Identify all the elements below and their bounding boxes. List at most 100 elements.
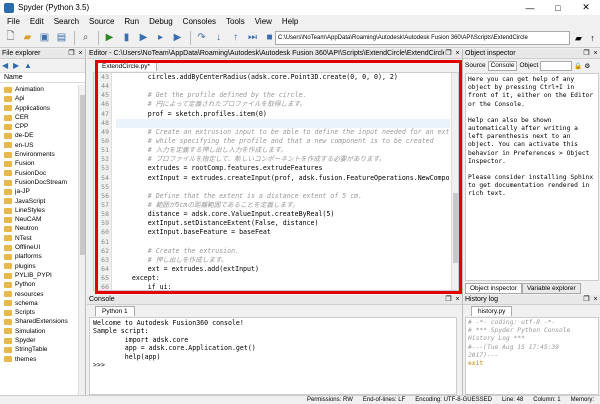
tab-python-1[interactable]: Python 1 <box>95 306 135 316</box>
scrollbar-thumb[interactable] <box>453 193 458 263</box>
parent-directory-icon[interactable]: ↑ <box>586 31 599 45</box>
code-line[interactable]: prof = sketch.profiles.item(0) <box>116 110 450 119</box>
pane-close-icon[interactable]: × <box>591 49 600 58</box>
open-folder-icon[interactable]: ▰ <box>20 30 35 45</box>
scrollbar-thumb[interactable] <box>80 95 85 255</box>
list-item[interactable]: Animation <box>0 85 78 94</box>
code-line[interactable]: extInput = extrudes.createInput(prof, ad… <box>116 174 450 183</box>
code-line[interactable]: extInput.setDistanceExtent(False, distan… <box>116 219 450 228</box>
debug-icon[interactable]: ▶ <box>170 30 185 45</box>
list-item[interactable]: platforms <box>0 252 78 261</box>
list-item[interactable]: SharedExtensions <box>0 317 78 326</box>
list-item[interactable]: JavaScript <box>0 197 78 206</box>
object-input[interactable] <box>540 60 573 71</box>
list-item[interactable]: plugins <box>0 262 78 271</box>
list-item[interactable]: StringTable <box>0 345 78 354</box>
menu-search[interactable]: Search <box>49 17 84 26</box>
code-line[interactable] <box>116 82 450 91</box>
minimize-button[interactable]: — <box>516 0 544 15</box>
code-text-area[interactable]: circles.addByCenterRadius(adsk.core.Poin… <box>116 73 450 290</box>
code-line[interactable]: # 入力を定義する押し出し入力を作成します。 <box>116 146 450 155</box>
list-item[interactable]: PYLIB_PYPI <box>0 271 78 280</box>
code-line[interactable]: # 押し出しを作成します。 <box>116 256 450 265</box>
menu-source[interactable]: Source <box>84 17 119 26</box>
list-item[interactable]: Fusion <box>0 159 78 168</box>
console-output[interactable]: Welcome to Autodesk Fusion360 console! Sa… <box>89 317 457 395</box>
list-item[interactable]: resources <box>0 290 78 299</box>
list-item[interactable]: themes <box>0 355 78 364</box>
pane-close-icon[interactable]: × <box>76 49 85 58</box>
list-item[interactable]: NTest <box>0 234 78 243</box>
run-cell-advance-icon[interactable]: ▶ <box>136 30 151 45</box>
list-item[interactable]: en-US <box>0 141 78 150</box>
list-item[interactable]: LineStyles <box>0 206 78 215</box>
list-item[interactable]: NeuCAM <box>0 215 78 224</box>
code-editor[interactable]: 43 44 45 46 47 48 49 50 51 52 53 54 55 56 57 58 59 60 61 62… <box>93 72 459 291</box>
menu-file[interactable]: File <box>2 17 25 26</box>
run-cell-icon[interactable]: ▮ <box>119 30 134 45</box>
code-line[interactable]: # while specifying the profile and that … <box>116 137 450 146</box>
save-all-icon[interactable]: ▤ <box>54 30 69 45</box>
code-line[interactable]: # Create the extrusion. <box>116 247 450 256</box>
code-line[interactable]: extInput.baseFeature = baseFeat <box>116 228 450 237</box>
maximize-button[interactable]: □ <box>544 0 572 15</box>
step-icon[interactable]: ↷ <box>194 30 209 45</box>
find-icon[interactable]: ⌕ <box>78 30 93 45</box>
run-selection-icon[interactable]: ▸ <box>153 30 168 45</box>
step-return-icon[interactable]: ↑ <box>228 30 243 45</box>
list-item[interactable]: Simulation <box>0 327 78 336</box>
code-line[interactable]: extrudes = rootComp.features.extrudeFeat… <box>116 164 450 173</box>
menu-tools[interactable]: Tools <box>221 17 250 26</box>
code-line[interactable]: ext = extrudes.add(extInput) <box>116 265 450 274</box>
code-line[interactable]: # Create an extrusion input to be able t… <box>116 128 450 137</box>
list-item[interactable]: Api <box>0 94 78 103</box>
list-item[interactable]: Applications <box>0 104 78 113</box>
working-directory-input[interactable]: C:\Users\NoTeam\AppData\Roaming\Autodesk… <box>275 31 570 45</box>
list-item[interactable]: Python <box>0 280 78 289</box>
save-icon[interactable]: ▣ <box>37 30 52 45</box>
list-item[interactable]: FusionDoc <box>0 169 78 178</box>
tab-variable-explorer[interactable]: Variable explorer <box>521 283 581 294</box>
list-item[interactable]: Spyder <box>0 336 78 345</box>
code-line[interactable]: # Define that the extent is a distance e… <box>116 192 450 201</box>
undock-icon[interactable]: ❐ <box>444 295 453 304</box>
undock-icon[interactable]: ❐ <box>582 295 591 304</box>
pane-close-icon[interactable]: × <box>453 295 462 304</box>
list-item[interactable]: CPP <box>0 122 78 131</box>
editor-scrollbar[interactable] <box>451 73 458 290</box>
code-line[interactable]: # 範囲が5cmの距離範囲であることを定義します。 <box>116 201 450 210</box>
file-explorer-scrollbar[interactable] <box>78 85 85 395</box>
code-line[interactable]: if ui: <box>116 283 450 290</box>
tab-history[interactable]: history.py <box>471 306 513 316</box>
options-icon[interactable]: ⚙ <box>584 62 590 70</box>
forward-icon[interactable]: ▶ <box>13 61 24 70</box>
code-line[interactable]: # プロファイルを指定して、新しいコンポーネントを作成する必要があります。 <box>116 155 450 164</box>
history-text[interactable]: # -*- coding: utf-8 -*- # *** Spyder Pyth… <box>465 317 599 395</box>
list-item[interactable]: CER <box>0 113 78 122</box>
lock-icon[interactable]: 🔒 <box>574 62 582 70</box>
menu-debug[interactable]: Debug <box>144 17 178 26</box>
code-line[interactable] <box>116 118 450 128</box>
menu-run[interactable]: Run <box>119 17 144 26</box>
list-item[interactable]: Neutron <box>0 224 78 233</box>
list-item[interactable]: Environments <box>0 150 78 159</box>
menu-edit[interactable]: Edit <box>25 17 49 26</box>
continue-icon[interactable]: ⏭ <box>245 30 260 45</box>
pane-close-icon[interactable]: × <box>591 295 600 304</box>
list-item[interactable]: de-DE <box>0 131 78 140</box>
list-item[interactable]: ja-JP <box>0 187 78 196</box>
code-line[interactable] <box>116 183 450 192</box>
close-button[interactable]: ✕ <box>572 0 600 15</box>
back-icon[interactable]: ◀ <box>2 61 13 70</box>
run-icon[interactable]: ▶ <box>102 30 117 45</box>
browse-folder-icon[interactable]: ▰ <box>572 31 585 45</box>
menu-consoles[interactable]: Consoles <box>178 17 221 26</box>
menu-help[interactable]: Help <box>277 17 303 26</box>
pane-close-icon[interactable]: × <box>453 49 462 58</box>
source-select[interactable]: Console <box>487 60 518 71</box>
undock-icon[interactable]: ❐ <box>444 49 453 58</box>
code-line[interactable]: # Get the profile defined by the circle. <box>116 91 450 100</box>
name-column-header[interactable]: Name <box>0 73 85 83</box>
code-line[interactable]: # 円によって定義されたプロファイルを取得します。 <box>116 100 450 109</box>
code-line[interactable]: distance = adsk.core.ValueInput.createBy… <box>116 210 450 219</box>
